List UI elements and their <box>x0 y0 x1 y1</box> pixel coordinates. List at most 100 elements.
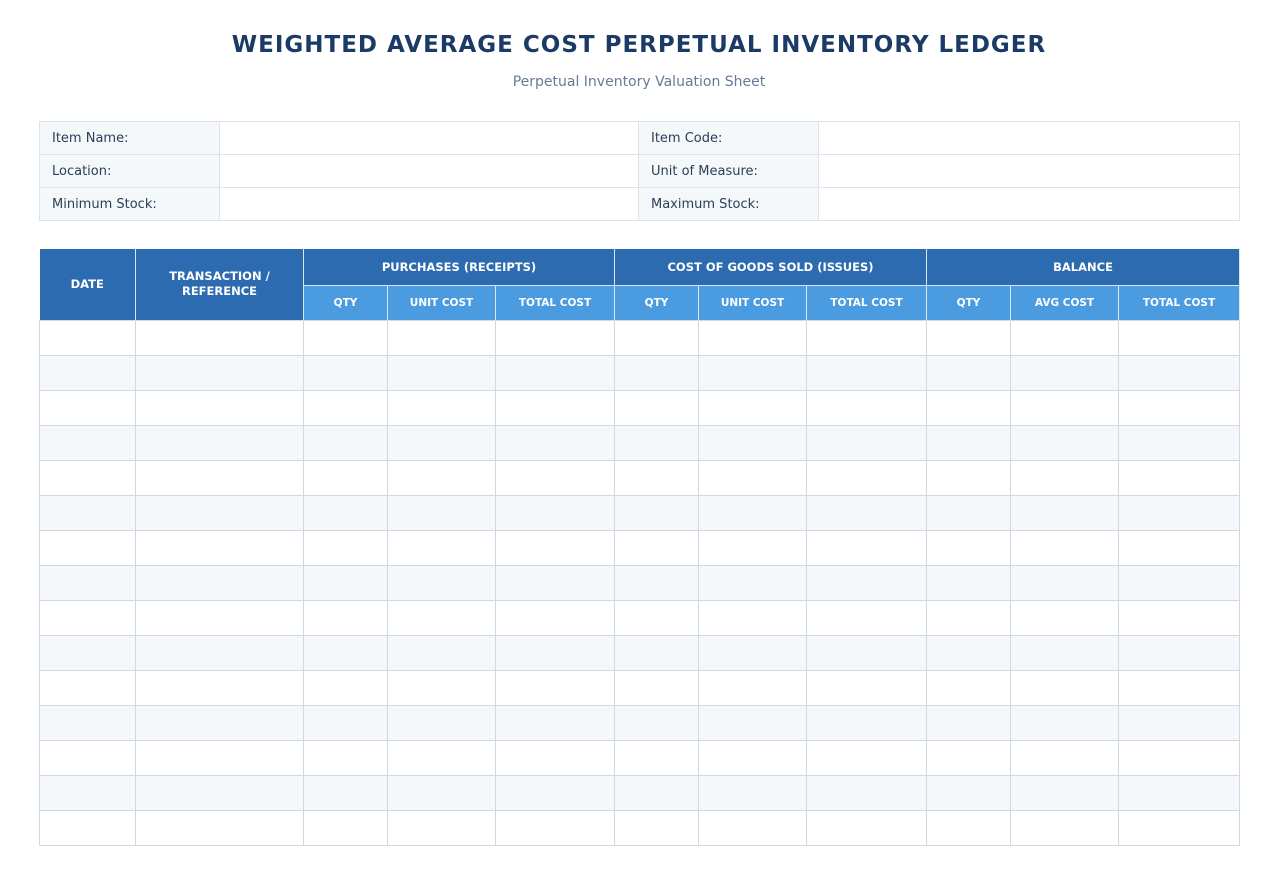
ledger-cell[interactable] <box>614 424 700 461</box>
ledger-cell[interactable] <box>303 459 388 496</box>
ledger-cell[interactable] <box>387 494 496 531</box>
ledger-cell[interactable] <box>39 319 136 356</box>
ledger-cell[interactable] <box>926 424 1012 461</box>
ledger-cell[interactable] <box>806 739 928 776</box>
ledger-cell[interactable] <box>303 809 388 846</box>
ledger-cell[interactable] <box>303 669 388 706</box>
ledger-cell[interactable] <box>39 529 136 566</box>
ledger-cell[interactable] <box>387 319 496 356</box>
ledger-cell[interactable] <box>135 739 304 776</box>
ledger-cell[interactable] <box>1010 389 1120 426</box>
ledger-cell[interactable] <box>494 354 616 391</box>
ledger-cell[interactable] <box>39 809 136 846</box>
ledger-cell[interactable] <box>806 494 928 531</box>
ledger-cell[interactable] <box>135 529 304 566</box>
ledger-cell[interactable] <box>614 529 700 566</box>
ledger-cell[interactable] <box>806 319 928 356</box>
ledger-cell[interactable] <box>698 529 808 566</box>
ledger-cell[interactable] <box>1010 564 1120 601</box>
info-value-field[interactable] <box>219 187 639 221</box>
info-value-field[interactable] <box>219 121 639 155</box>
ledger-cell[interactable] <box>1010 599 1120 636</box>
ledger-cell[interactable] <box>926 599 1012 636</box>
ledger-cell[interactable] <box>303 319 388 356</box>
ledger-cell[interactable] <box>614 494 700 531</box>
ledger-cell[interactable] <box>494 529 616 566</box>
ledger-cell[interactable] <box>303 389 388 426</box>
ledger-cell[interactable] <box>1010 459 1120 496</box>
ledger-cell[interactable] <box>806 774 928 811</box>
ledger-cell[interactable] <box>926 739 1012 776</box>
ledger-cell[interactable] <box>614 354 700 391</box>
ledger-cell[interactable] <box>1010 424 1120 461</box>
ledger-cell[interactable] <box>1010 529 1120 566</box>
ledger-cell[interactable] <box>1010 319 1120 356</box>
ledger-cell[interactable] <box>1118 739 1241 776</box>
ledger-cell[interactable] <box>387 669 496 706</box>
ledger-cell[interactable] <box>926 669 1012 706</box>
ledger-cell[interactable] <box>806 354 928 391</box>
ledger-cell[interactable] <box>1010 354 1120 391</box>
ledger-cell[interactable] <box>494 704 616 741</box>
ledger-cell[interactable] <box>698 669 808 706</box>
ledger-cell[interactable] <box>614 739 700 776</box>
ledger-cell[interactable] <box>303 564 388 601</box>
ledger-cell[interactable] <box>39 564 136 601</box>
ledger-cell[interactable] <box>926 354 1012 391</box>
ledger-cell[interactable] <box>926 774 1012 811</box>
ledger-cell[interactable] <box>614 459 700 496</box>
ledger-cell[interactable] <box>39 354 136 391</box>
ledger-cell[interactable] <box>698 599 808 636</box>
ledger-cell[interactable] <box>494 739 616 776</box>
ledger-cell[interactable] <box>303 774 388 811</box>
ledger-cell[interactable] <box>1118 319 1241 356</box>
ledger-cell[interactable] <box>303 634 388 671</box>
ledger-cell[interactable] <box>806 459 928 496</box>
ledger-cell[interactable] <box>1010 704 1120 741</box>
ledger-cell[interactable] <box>926 494 1012 531</box>
ledger-cell[interactable] <box>698 319 808 356</box>
ledger-cell[interactable] <box>135 389 304 426</box>
ledger-cell[interactable] <box>698 354 808 391</box>
ledger-cell[interactable] <box>303 494 388 531</box>
ledger-cell[interactable] <box>494 389 616 426</box>
ledger-cell[interactable] <box>494 669 616 706</box>
ledger-cell[interactable] <box>387 354 496 391</box>
ledger-cell[interactable] <box>494 599 616 636</box>
ledger-cell[interactable] <box>387 704 496 741</box>
ledger-cell[interactable] <box>1118 634 1241 671</box>
ledger-cell[interactable] <box>614 599 700 636</box>
ledger-cell[interactable] <box>1010 739 1120 776</box>
ledger-cell[interactable] <box>806 424 928 461</box>
ledger-cell[interactable] <box>135 494 304 531</box>
ledger-cell[interactable] <box>1010 494 1120 531</box>
ledger-cell[interactable] <box>698 739 808 776</box>
ledger-cell[interactable] <box>614 774 700 811</box>
ledger-cell[interactable] <box>494 634 616 671</box>
ledger-cell[interactable] <box>926 704 1012 741</box>
ledger-cell[interactable] <box>926 634 1012 671</box>
ledger-cell[interactable] <box>614 634 700 671</box>
ledger-cell[interactable] <box>135 424 304 461</box>
info-value-field[interactable] <box>818 154 1240 188</box>
ledger-cell[interactable] <box>387 424 496 461</box>
ledger-cell[interactable] <box>39 704 136 741</box>
ledger-cell[interactable] <box>135 599 304 636</box>
ledger-cell[interactable] <box>926 389 1012 426</box>
ledger-cell[interactable] <box>806 599 928 636</box>
ledger-cell[interactable] <box>303 529 388 566</box>
ledger-cell[interactable] <box>1118 704 1241 741</box>
ledger-cell[interactable] <box>303 599 388 636</box>
ledger-cell[interactable] <box>387 389 496 426</box>
ledger-cell[interactable] <box>303 704 388 741</box>
ledger-cell[interactable] <box>698 389 808 426</box>
ledger-cell[interactable] <box>387 529 496 566</box>
ledger-cell[interactable] <box>494 774 616 811</box>
ledger-cell[interactable] <box>806 389 928 426</box>
ledger-cell[interactable] <box>1010 634 1120 671</box>
ledger-cell[interactable] <box>806 564 928 601</box>
ledger-cell[interactable] <box>698 704 808 741</box>
ledger-cell[interactable] <box>1118 354 1241 391</box>
ledger-cell[interactable] <box>135 774 304 811</box>
ledger-cell[interactable] <box>39 389 136 426</box>
